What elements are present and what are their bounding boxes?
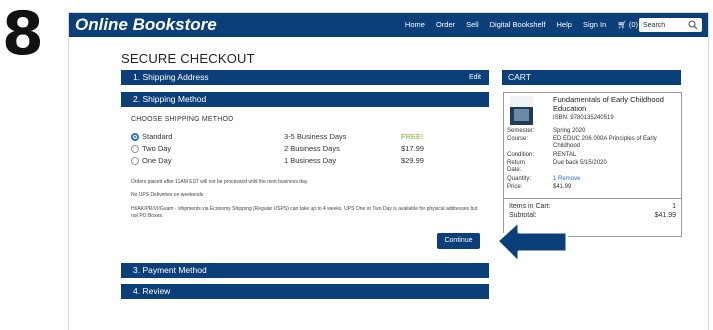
shipping-note-weekends: No UPS Deliveries on weekends (131, 192, 204, 198)
shipping-option-standard[interactable]: Standard 3-5 Business Days FREE! (131, 132, 479, 143)
cart-header: CART (502, 70, 681, 85)
subtotal-label: Subtotal: (509, 212, 537, 219)
detail-label: Return Date: (507, 160, 526, 173)
option-days: 2 Business Days (284, 144, 340, 153)
nav-order[interactable]: Order (436, 19, 455, 30)
option-name: Standard (142, 132, 173, 141)
detail-value: Spring 2020 (553, 128, 586, 134)
section-review[interactable]: 4. Review (121, 284, 489, 299)
cart-count: (0) (628, 20, 638, 29)
items-in-cart-row: Items in Cart: 1 (509, 203, 676, 210)
option-days: 1 Business Day (284, 156, 337, 165)
detail-value: ED EDUC 206 000A Principles of Early Chi… (553, 136, 657, 149)
search-box (639, 18, 702, 32)
detail-label: Course: (507, 136, 529, 142)
section-label: 2. Shipping Method (133, 94, 207, 104)
step-number: 8 (2, 0, 44, 69)
radio-icon[interactable] (131, 157, 139, 165)
detail-label: Semester: (507, 128, 535, 134)
section-shipping-address[interactable]: 1. Shipping Address Edit (121, 70, 489, 85)
cart-panel: Fundamentals of Early Childhood Educatio… (503, 92, 682, 237)
detail-label: Quantity: (507, 176, 532, 182)
shipping-note-territories: HI/AK/PR/VI/Guam - shipments via Economy… (131, 206, 478, 219)
option-price: $29.99 (401, 156, 424, 165)
option-price: FREE! (401, 132, 424, 141)
nav-digital-bookshelf[interactable]: Digital Bookshelf (490, 19, 546, 30)
section-shipping-method: 2. Shipping Method (121, 92, 489, 107)
option-days: 3-5 Business Days (284, 132, 347, 141)
page-title: SECURE CHECKOUT (121, 51, 255, 66)
subtotal-row: Subtotal: $41.99 (509, 212, 676, 219)
detail-label: Price: (507, 184, 523, 190)
brand-logo[interactable]: Online Bookstore (75, 15, 217, 35)
pointer-arrow-icon (495, 219, 569, 265)
cart-icon: 🛒︎ (617, 20, 627, 29)
section-label: 3. Payment Method (133, 265, 207, 275)
nav-sell[interactable]: Sell (466, 19, 479, 30)
tutorial-page: 8 Online Bookstore Home Order Sell Digit… (0, 0, 713, 330)
book-isbn: ISBN: 9780135240519 (553, 115, 614, 121)
detail-value: $41.99 (553, 184, 572, 190)
radio-selected-icon[interactable] (131, 133, 139, 141)
cart-divider (504, 198, 681, 199)
option-name: Two Day (142, 144, 172, 153)
nav-help[interactable]: Help (557, 19, 572, 30)
detail-label: Condition: (507, 152, 535, 158)
section-payment-method[interactable]: 3. Payment Method (121, 263, 489, 278)
book-title[interactable]: Fundamentals of Early Childhood Educatio… (553, 95, 678, 113)
section-label: 4. Review (133, 286, 171, 296)
main-nav: Home Order Sell Digital Bookshelf Help S… (405, 19, 638, 30)
nav-sign-in[interactable]: Sign In (583, 19, 606, 30)
items-in-cart-value: 1 (672, 203, 676, 210)
detail-value: RENTAL (553, 152, 577, 158)
shipping-option-one-day[interactable]: One Day 1 Business Day $29.99 (131, 156, 479, 167)
browser-page: Online Bookstore Home Order Sell Digital… (68, 12, 709, 330)
search-icon[interactable] (688, 20, 698, 30)
shipping-note-cutoff: Orders placed after 11AM EST will not be… (131, 179, 309, 185)
shipping-option-two-day[interactable]: Two Day 2 Business Days $17.99 (131, 144, 479, 155)
detail-value: Due back 5/15/2020 (553, 160, 607, 166)
radio-icon[interactable] (131, 145, 139, 153)
continue-button[interactable]: Continue (437, 233, 480, 249)
book-cover-image[interactable] (510, 96, 533, 125)
search-input[interactable] (643, 19, 691, 31)
section-label: 1. Shipping Address (133, 72, 209, 82)
items-in-cart-label: Items in Cart: (509, 203, 551, 210)
option-name: One Day (142, 156, 172, 165)
nav-home[interactable]: Home (405, 19, 425, 30)
option-price: $17.99 (401, 144, 424, 153)
remove-item-link[interactable]: 1 Remove (553, 176, 677, 183)
edit-address-link[interactable]: Edit (469, 70, 481, 85)
nav-cart[interactable]: 🛒︎ (0) (617, 19, 638, 30)
subtotal-value: $41.99 (654, 212, 676, 219)
shipping-heading: CHOOSE SHIPPING METHOD (131, 116, 234, 123)
top-navbar: Online Bookstore Home Order Sell Digital… (69, 13, 708, 37)
